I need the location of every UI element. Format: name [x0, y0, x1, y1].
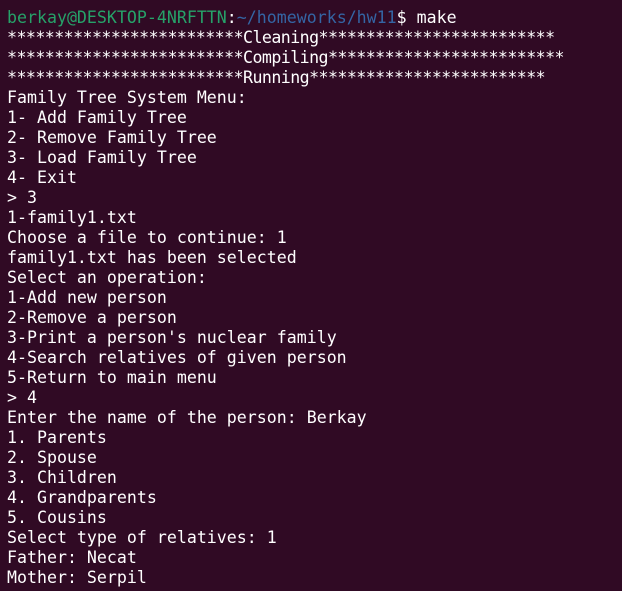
output-line: 1. Parents [7, 428, 107, 447]
output-line: 3. Children [7, 468, 117, 487]
input-line: > 4 [7, 388, 37, 407]
output-line: 5. Cousins [7, 508, 107, 527]
prompt-user-host: berkay@DESKTOP-4NRFTTN [7, 8, 227, 27]
input-line: Enter the name of the person: Berkay [7, 408, 367, 427]
input-line: Choose a file to continue: 1 [7, 228, 287, 247]
build-status-compiling: *************************Compiling******… [7, 48, 565, 67]
prompt-path: ~/homeworks/hw11 [236, 8, 397, 27]
input-line: Select type of relatives: 1 [7, 528, 277, 547]
output-line: 4-Search relatives of given person [7, 348, 347, 367]
prompt-command: make [416, 8, 457, 27]
output-line: Father: Necat [7, 548, 137, 567]
output-line: 3-Print a person's nuclear family [7, 328, 337, 347]
shell-prompt-line: berkay@DESKTOP-4NRFTTN:~/homeworks/hw11$… [7, 8, 622, 28]
output-line: 4- Exit [7, 168, 77, 187]
input-line: > 3 [7, 188, 37, 207]
output-line: 1-family1.txt [7, 208, 137, 227]
output-line: Family Tree System Menu: [7, 88, 247, 107]
prompt-separator: : [226, 8, 237, 27]
output-line: Select an operation: [7, 268, 207, 287]
build-status-running: *************************Running********… [7, 68, 546, 87]
output-line: family1.txt has been selected [7, 248, 297, 267]
terminal-window[interactable]: berkay@DESKTOP-4NRFTTN:~/homeworks/hw11$… [0, 0, 622, 591]
output-line: 3- Load Family Tree [7, 148, 197, 167]
output-line: 4. Grandparents [7, 488, 157, 507]
output-line: Mother: Serpil [7, 568, 147, 587]
output-line: 2-Remove a person [7, 308, 177, 327]
build-status-cleaning: *************************Cleaning*******… [7, 28, 555, 47]
output-line: 2- Remove Family Tree [7, 128, 217, 147]
output-line: 5-Return to main menu [7, 368, 217, 387]
output-line: 1- Add Family Tree [7, 108, 187, 127]
output-line: 1-Add new person [7, 288, 167, 307]
output-line: 2. Spouse [7, 448, 97, 467]
prompt-symbol: $ [396, 8, 417, 27]
